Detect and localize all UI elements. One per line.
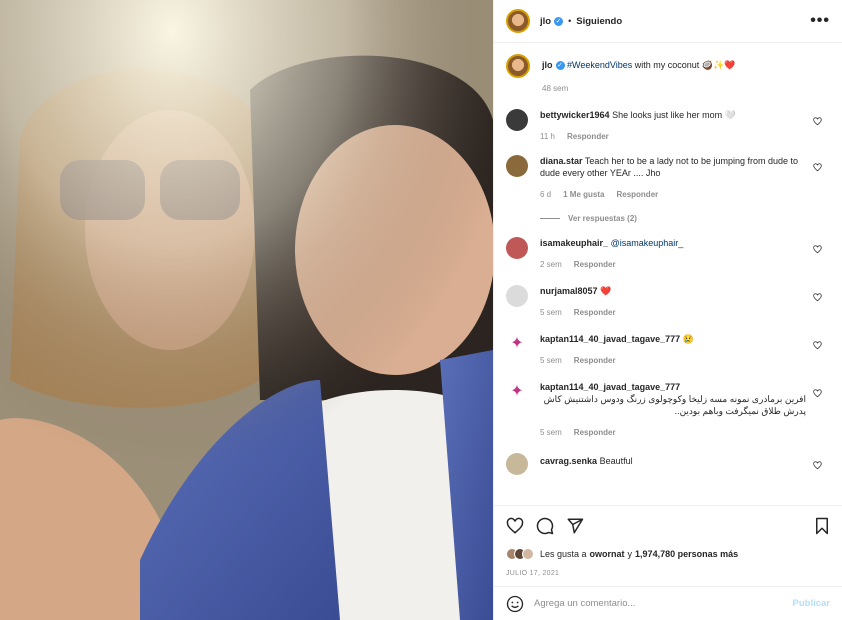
- caption-avatar[interactable]: [506, 54, 530, 78]
- commenter-avatar[interactable]: [506, 285, 528, 307]
- caption-hashtag[interactable]: #WeekendVibes: [567, 60, 632, 70]
- following-button[interactable]: Siguiendo: [576, 16, 622, 27]
- author-username[interactable]: jlo: [540, 16, 551, 27]
- comment-item: cavrag.senka Beautful: [506, 453, 830, 475]
- like-comment-heart-icon[interactable]: [813, 117, 822, 126]
- comment-time: 5 sem: [540, 356, 562, 365]
- commenter-username[interactable]: diana.star: [540, 156, 583, 166]
- reply-button[interactable]: Responder: [574, 356, 616, 365]
- reply-button[interactable]: Responder: [574, 308, 616, 317]
- comments-list[interactable]: jlo ✓ #WeekendVibes with my coconut 🥥✨❤️ …: [494, 44, 842, 504]
- comment-text: She looks just like her mom 🤍: [612, 110, 736, 120]
- reply-button[interactable]: Responder: [567, 132, 609, 141]
- like-comment-heart-icon[interactable]: [813, 461, 822, 470]
- save-bookmark-icon[interactable]: [814, 517, 830, 535]
- post-date: JULIO 17, 2021: [506, 570, 560, 577]
- post-header: jlo ✓ • Siguiendo •••: [494, 0, 842, 43]
- commenter-username[interactable]: cavrag.senka: [540, 456, 597, 466]
- comment-time: 11 h: [540, 132, 555, 141]
- commenter-avatar[interactable]: [506, 155, 528, 177]
- comment-text: ❤️: [600, 286, 612, 296]
- comment-item: bettywicker1964 She looks just like her …: [506, 109, 830, 143]
- share-paper-plane-icon[interactable]: [566, 517, 584, 535]
- comment-input[interactable]: Agrega un comentario...: [534, 598, 793, 609]
- like-comment-heart-icon[interactable]: [813, 245, 822, 254]
- commenter-username[interactable]: kaptan114_40_javad_tagave_777: [540, 334, 680, 344]
- reply-button[interactable]: Responder: [616, 190, 658, 199]
- comment-time: 5 sem: [540, 308, 562, 317]
- comment-item: diana.star Teach her to be a lady not to…: [506, 155, 830, 225]
- comment-time: 6 d: [540, 190, 552, 199]
- comment-text: Beautful: [599, 456, 633, 466]
- comment-text: 😢: [682, 334, 694, 344]
- reply-button[interactable]: Responder: [574, 428, 616, 437]
- post-photo[interactable]: [0, 0, 493, 620]
- comment-bubble-icon[interactable]: [536, 517, 554, 535]
- comment-item: ✦ kaptan114_40_javad_tagave_777 افرین بر…: [506, 381, 830, 439]
- verified-badge-icon: ✓: [555, 61, 565, 71]
- separator-dot: •: [568, 16, 572, 26]
- comment-likes-count[interactable]: 1 Me gusta: [563, 190, 604, 199]
- commenter-avatar[interactable]: [506, 453, 528, 475]
- like-comment-heart-icon[interactable]: [813, 341, 822, 350]
- comment-text: افرین برمادری نمونه مسه زلیخا وکوچولوی ز…: [543, 394, 806, 416]
- post-actions: Les gusta a owornat y 1,974,780 personas…: [494, 505, 842, 577]
- caption-username[interactable]: jlo: [542, 60, 553, 70]
- commenter-username[interactable]: kaptan114_40_javad_tagave_777: [540, 382, 680, 392]
- comment-time: 5 sem: [540, 428, 562, 437]
- verified-badge-icon: ✓: [554, 16, 564, 26]
- commenter-avatar[interactable]: ✦: [506, 381, 528, 403]
- likes-suffix: y: [627, 549, 633, 559]
- emoji-icon[interactable]: [506, 595, 524, 613]
- likes-summary[interactable]: Les gusta a owornat y 1,974,780 personas…: [506, 548, 830, 560]
- like-comment-heart-icon[interactable]: [813, 389, 822, 398]
- commenter-avatar[interactable]: ✦: [506, 333, 528, 355]
- like-comment-heart-icon[interactable]: [813, 293, 822, 302]
- comment-item: isamakeuphair_ @isamakeuphair_ 2 sem Resp…: [506, 237, 830, 271]
- view-replies-button[interactable]: Ver respuestas (2): [568, 214, 637, 223]
- post-side-panel: jlo ✓ • Siguiendo ••• jlo ✓ #WeekendVibes…: [493, 0, 842, 620]
- commenter-username[interactable]: nurjamal8057: [540, 286, 598, 296]
- more-options-icon[interactable]: •••: [810, 12, 830, 30]
- likers-avatars: [506, 548, 534, 560]
- commenter-username[interactable]: bettywicker1964: [540, 110, 610, 120]
- caption: jlo ✓ #WeekendVibes with my coconut 🥥✨❤️ …: [506, 54, 830, 95]
- caption-time: 48 sem: [542, 84, 569, 93]
- commenter-avatar[interactable]: [506, 237, 528, 259]
- commenter-username[interactable]: isamakeuphair_: [540, 238, 608, 248]
- add-comment-bar: Agrega un comentario... Publicar: [494, 586, 842, 620]
- comment-item: nurjamal8057 ❤️ 5 sem Responder: [506, 285, 830, 319]
- likes-prefix: Les gusta a: [540, 549, 587, 559]
- like-heart-icon[interactable]: [506, 517, 524, 535]
- like-comment-heart-icon[interactable]: [813, 163, 822, 172]
- caption-text: with my coconut 🥥✨❤️: [634, 60, 736, 70]
- post-comment-button[interactable]: Publicar: [793, 598, 831, 609]
- likes-user[interactable]: owornat: [590, 549, 625, 559]
- comment-item: ✦ kaptan114_40_javad_tagave_777 😢 5 sem R…: [506, 333, 830, 367]
- author-avatar[interactable]: [506, 9, 530, 33]
- view-replies-line: [540, 218, 560, 220]
- comment-time: 2 sem: [540, 260, 562, 269]
- commenter-avatar[interactable]: [506, 109, 528, 131]
- post-photo-illustration: [0, 0, 493, 620]
- likes-count[interactable]: 1,974,780 personas más: [635, 549, 738, 559]
- comment-mention[interactable]: @isamakeuphair_: [611, 238, 684, 248]
- reply-button[interactable]: Responder: [574, 260, 616, 269]
